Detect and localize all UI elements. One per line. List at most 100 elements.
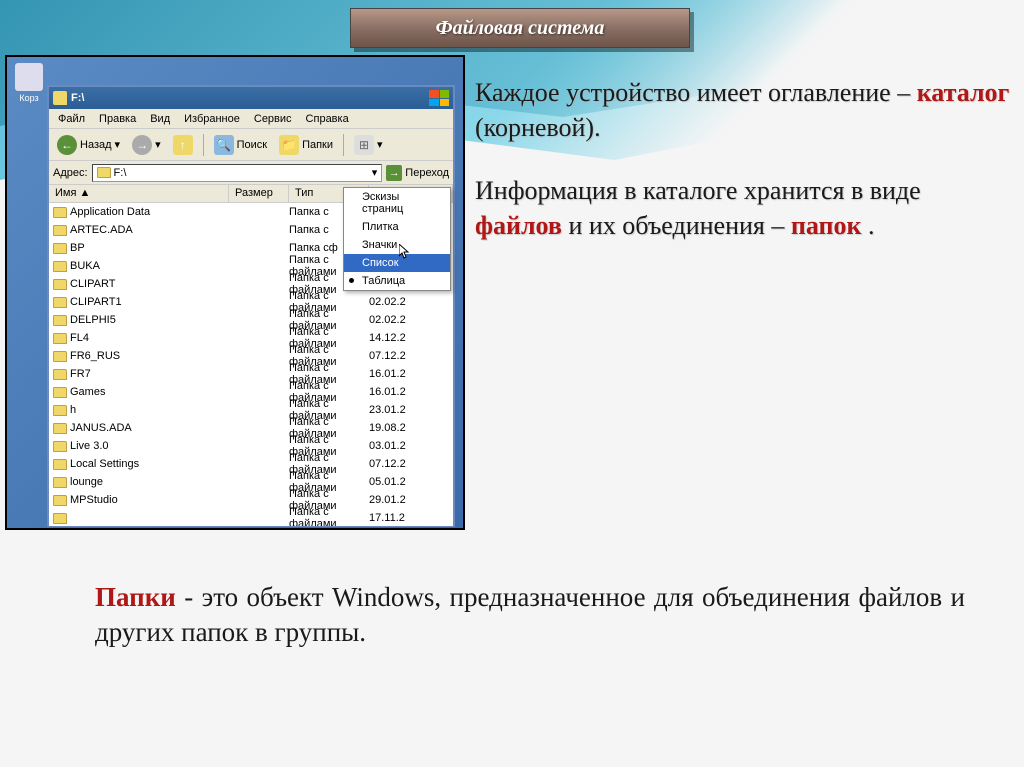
folder-icon (53, 423, 67, 434)
back-button[interactable]: ← Назад ▾ (53, 133, 124, 157)
file-date: 03.01.2 (369, 440, 453, 452)
windows-logo-icon (429, 90, 449, 106)
explorer-window: F:\ Файл Правка Вид Избранное Сервис Спр… (47, 85, 455, 527)
addressbar: Адрес: F:\ ▾ → Переход (49, 161, 453, 185)
keyword-files: файлов (475, 211, 562, 240)
file-date: 07.12.2 (369, 350, 453, 362)
view-menu-item[interactable]: Плитка (344, 218, 450, 236)
file-name: JANUS.ADA (70, 422, 132, 434)
folders-button[interactable]: 📁 Папки (275, 133, 337, 157)
file-row[interactable]: FL4 Папка с файлами 14.12.2 (49, 329, 453, 347)
back-arrow-icon: ← (57, 135, 77, 155)
file-name: Application Data (70, 206, 150, 218)
file-date: 02.02.2 (369, 296, 453, 308)
file-row[interactable]: FR6_RUS Папка с файлами 07.12.2 (49, 347, 453, 365)
col-name-header[interactable]: Имя ▲ (49, 185, 229, 202)
cursor-icon (399, 244, 411, 260)
dropdown-arrow-icon: ▾ (377, 138, 383, 151)
file-type: Папка с файлами (289, 506, 369, 526)
file-row[interactable]: CLIPART1 Папка с файлами 02.02.2 (49, 293, 453, 311)
folder-icon (53, 261, 67, 272)
folder-icon (53, 91, 67, 105)
file-name: MPStudio (70, 494, 118, 506)
folder-icon (53, 405, 67, 416)
file-date: 17.11.2 (369, 512, 453, 524)
search-button[interactable]: 🔍 Поиск (210, 133, 271, 157)
file-date: 23.01.2 (369, 404, 453, 416)
window-titlebar[interactable]: F:\ (49, 87, 453, 109)
menu-help[interactable]: Справка (299, 111, 356, 127)
views-icon: ⊞ (354, 135, 374, 155)
file-date: 16.01.2 (369, 386, 453, 398)
file-name: BP (70, 242, 85, 254)
file-row[interactable]: Local Settings Папка с файлами 07.12.2 (49, 455, 453, 473)
view-menu-item[interactable]: Эскизы страниц (344, 188, 450, 218)
view-dropdown-menu: Эскизы страницПлиткаЗначкиСписокТаблица (343, 187, 451, 291)
file-row[interactable]: Games Папка с файлами 16.01.2 (49, 383, 453, 401)
radio-bullet-icon (349, 278, 354, 283)
toolbar-divider (343, 134, 344, 156)
file-name: Games (70, 386, 105, 398)
forward-button[interactable]: → ▾ (128, 133, 165, 157)
keyword-folders: папок (791, 211, 862, 240)
folder-icon (53, 243, 67, 254)
paragraph-3: Папки - это объект Windows, предназначен… (95, 580, 965, 650)
folder-icon (53, 297, 67, 308)
folder-icon (53, 513, 67, 524)
search-icon: 🔍 (214, 135, 234, 155)
folder-icon (53, 333, 67, 344)
drive-icon (97, 167, 111, 178)
up-folder-icon: ↑ (173, 135, 193, 155)
file-row[interactable]: DELPHI5 Папка с файлами 02.02.2 (49, 311, 453, 329)
go-arrow-icon: → (386, 165, 402, 181)
file-name: DELPHI5 (70, 314, 116, 326)
address-input[interactable]: F:\ ▾ (92, 164, 383, 182)
file-date: 29.01.2 (369, 494, 453, 506)
file-name: Live 3.0 (70, 440, 109, 452)
file-date: 14.12.2 (369, 332, 453, 344)
file-name: FL4 (70, 332, 89, 344)
view-menu-item[interactable]: Список (344, 254, 450, 272)
view-menu-item[interactable]: Таблица (344, 272, 450, 290)
folders-icon: 📁 (279, 135, 299, 155)
dropdown-arrow-icon: ▾ (155, 138, 161, 151)
file-row[interactable]: FR7 Папка с файлами 16.01.2 (49, 365, 453, 383)
folder-icon (53, 495, 67, 506)
menu-file[interactable]: Файл (51, 111, 92, 127)
views-button[interactable]: ⊞ ▾ (350, 133, 387, 157)
window-title: F:\ (71, 92, 84, 104)
paragraph-2: Информация в каталоге хранится в виде фа… (475, 173, 1010, 243)
forward-arrow-icon: → (132, 135, 152, 155)
up-button[interactable]: ↑ (169, 133, 197, 157)
file-name: Local Settings (70, 458, 139, 470)
folder-icon (53, 351, 67, 362)
go-button[interactable]: → Переход (386, 165, 449, 181)
keyword-catalog: каталог (917, 78, 1010, 107)
file-row[interactable]: lounge Папка с файлами 05.01.2 (49, 473, 453, 491)
file-row[interactable]: Live 3.0 Папка с файлами 03.01.2 (49, 437, 453, 455)
file-row[interactable]: JANUS.ADA Папка с файлами 19.08.2 (49, 419, 453, 437)
menu-edit[interactable]: Правка (92, 111, 143, 127)
file-date: 02.02.2 (369, 314, 453, 326)
file-row[interactable]: MPStudio Папка с файлами 29.01.2 (49, 491, 453, 509)
keyword-papki: Папки (95, 582, 176, 612)
file-name: ARTEC.ADA (70, 224, 133, 236)
menu-tools[interactable]: Сервис (247, 111, 299, 127)
file-name: FR7 (70, 368, 91, 380)
file-name: CLIPART1 (70, 296, 122, 308)
recycle-bin-icon (15, 63, 43, 91)
file-row[interactable]: Папка с файлами 17.11.2 (49, 509, 453, 526)
folder-icon (53, 369, 67, 380)
view-menu-item[interactable]: Значки (344, 236, 450, 254)
file-name: FR6_RUS (70, 350, 120, 362)
menu-favorites[interactable]: Избранное (177, 111, 247, 127)
folder-icon (53, 225, 67, 236)
file-name: lounge (70, 476, 103, 488)
desktop-icon-recycle[interactable]: Корз (11, 63, 47, 103)
col-size-header[interactable]: Размер (229, 185, 289, 202)
file-row[interactable]: h Папка с файлами 23.01.2 (49, 401, 453, 419)
menu-view[interactable]: Вид (143, 111, 177, 127)
toolbar: ← Назад ▾ → ▾ ↑ 🔍 Поиск 📁 Папки ⊞ (49, 129, 453, 161)
menubar: Файл Правка Вид Избранное Сервис Справка (49, 109, 453, 129)
address-label: Адрес: (53, 167, 88, 179)
